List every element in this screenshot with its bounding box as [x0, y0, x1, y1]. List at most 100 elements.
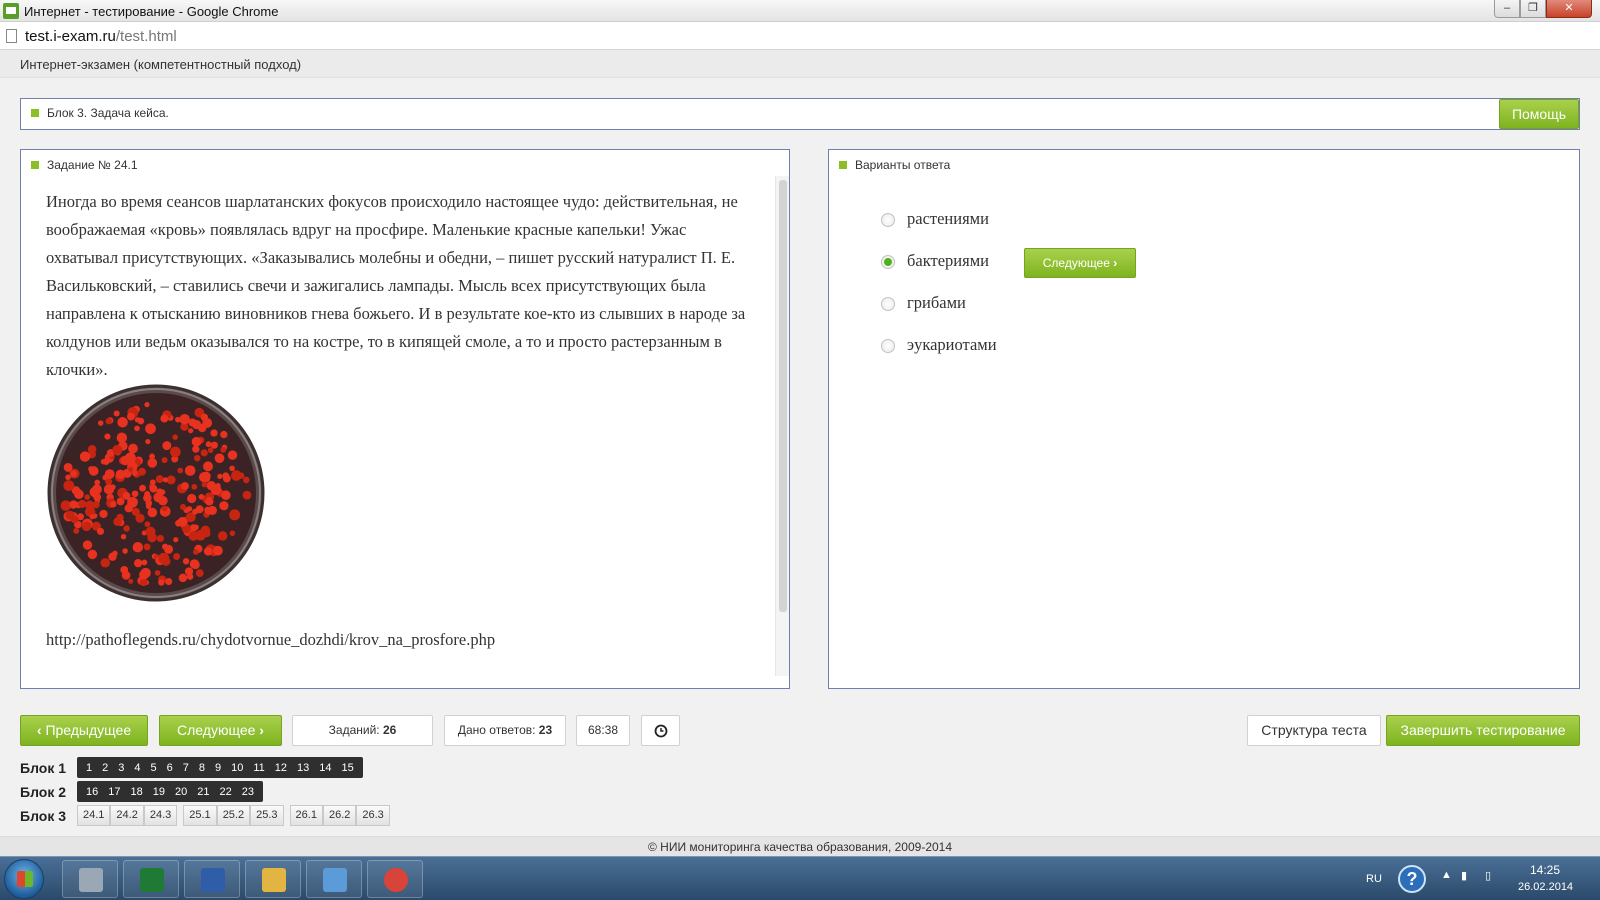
question-nav-7[interactable]: 7: [178, 762, 194, 774]
bacterial-colony: [198, 493, 205, 500]
taskbar-media-button[interactable]: [306, 860, 362, 898]
bacterial-colony: [110, 501, 117, 508]
source-link[interactable]: http://pathoflegends.ru/chydotvornue_doz…: [46, 630, 495, 650]
green-square-icon: [31, 160, 39, 169]
question-nav-16[interactable]: 16: [81, 786, 103, 798]
radio-button[interactable]: [881, 213, 895, 227]
question-nav-18[interactable]: 18: [126, 786, 148, 798]
answer-label: растениями: [907, 209, 989, 228]
question-nav-15[interactable]: 15: [337, 762, 359, 774]
window-title-bar: Интернет - тестирование - Google Chrome …: [0, 0, 1600, 22]
show-hidden-icons[interactable]: ▲: [1441, 869, 1452, 881]
power-icon[interactable]: ▯: [1485, 869, 1491, 882]
clock-button[interactable]: [641, 715, 680, 746]
bacterial-colony: [82, 540, 93, 550]
question-nav-26.2[interactable]: 26.2: [322, 805, 357, 826]
close-button[interactable]: ✕: [1546, 0, 1592, 18]
bacterial-colony: [172, 434, 178, 440]
tasks-counter: Заданий: 26: [292, 715, 433, 746]
bacterial-colony: [135, 513, 145, 523]
bacterial-colony: [144, 490, 151, 498]
network-icon[interactable]: ▮: [1461, 869, 1467, 882]
question-nav-20[interactable]: 20: [170, 786, 192, 798]
question-nav-14[interactable]: 14: [314, 762, 336, 774]
bacterial-colony: [229, 530, 236, 536]
bacterial-colony: [145, 439, 151, 445]
clock-date[interactable]: 26.02.2014: [1518, 881, 1573, 893]
question-nav-11[interactable]: 11: [248, 762, 269, 774]
task-panel: Задание № 24.1 Иногда во время сеансов ш…: [20, 149, 790, 689]
bacterial-colony: [158, 579, 165, 586]
question-nav-1[interactable]: 1: [81, 762, 97, 774]
minimize-button[interactable]: –: [1494, 0, 1520, 18]
bacterial-colony: [112, 444, 123, 455]
bacterial-colony: [206, 496, 213, 503]
question-nav-2[interactable]: 2: [97, 762, 113, 774]
url-text[interactable]: test.i-exam.ru/test.html: [25, 28, 177, 45]
bacterial-colony: [177, 467, 184, 474]
bacterial-colony: [158, 552, 170, 564]
previous-button[interactable]: ‹ Предыдущее: [20, 715, 148, 746]
task-scrollbar-thumb[interactable]: [779, 180, 787, 612]
question-nav-8[interactable]: 8: [194, 762, 210, 774]
help-button[interactable]: Помощь: [1499, 99, 1579, 129]
petri-dish-image: [46, 383, 266, 603]
task-scrollbar[interactable]: [775, 176, 789, 676]
start-button[interactable]: [4, 859, 44, 899]
bacterial-colony: [214, 453, 225, 464]
help-tray-icon[interactable]: ?: [1398, 865, 1426, 893]
question-nav-25.3[interactable]: 25.3: [250, 805, 284, 826]
question-nav-25.1[interactable]: 25.1: [183, 805, 217, 826]
taskbar-calculator-button[interactable]: [62, 860, 118, 898]
question-nav-26.1[interactable]: 26.1: [289, 805, 323, 826]
question-nav-13[interactable]: 13: [292, 762, 314, 774]
next-button[interactable]: Следующее ›: [159, 715, 282, 746]
taskbar-explorer-button[interactable]: [245, 860, 301, 898]
question-nav-21[interactable]: 21: [192, 786, 214, 798]
question-nav-24.2[interactable]: 24.2: [110, 805, 144, 826]
question-nav-19[interactable]: 19: [148, 786, 170, 798]
radio-button-selected[interactable]: [881, 255, 895, 269]
bacterial-colony: [87, 549, 98, 560]
finish-test-button[interactable]: Завершить тестирование: [1386, 715, 1580, 746]
bacterial-colony: [116, 497, 125, 506]
radio-button[interactable]: [881, 297, 895, 311]
language-indicator[interactable]: RU: [1366, 873, 1382, 885]
question-nav-22[interactable]: 22: [215, 786, 237, 798]
question-nav-17[interactable]: 17: [103, 786, 125, 798]
question-nav-10[interactable]: 10: [226, 762, 248, 774]
taskbar-chrome-button[interactable]: [367, 860, 423, 898]
question-nav-12[interactable]: 12: [270, 762, 292, 774]
radio-button[interactable]: [881, 339, 895, 353]
bacterial-colony: [122, 548, 128, 554]
question-nav-25.2[interactable]: 25.2: [216, 805, 251, 826]
question-nav-3[interactable]: 3: [113, 762, 129, 774]
question-nav-26.3[interactable]: 26.3: [356, 805, 390, 826]
clock-time[interactable]: 14:25: [1530, 863, 1560, 877]
maximize-button[interactable]: ❐: [1520, 0, 1546, 18]
question-nav-6[interactable]: 6: [162, 762, 178, 774]
taskbar-word-button[interactable]: [184, 860, 240, 898]
answers-panel: Варианты ответа растениями бактериями Сл…: [828, 149, 1580, 689]
question-nav-24.1[interactable]: 24.1: [77, 805, 111, 826]
address-bar[interactable]: test.i-exam.ru/test.html: [0, 22, 1600, 50]
question-nav-23[interactable]: 23: [237, 786, 259, 798]
taskbar-excel-button[interactable]: [123, 860, 179, 898]
next-inline-button[interactable]: Следующее ›: [1024, 248, 1136, 278]
green-square-icon: [31, 108, 39, 117]
bacterial-colony: [89, 514, 95, 520]
test-structure-button[interactable]: Структура теста: [1247, 715, 1381, 746]
question-nav-5[interactable]: 5: [146, 762, 162, 774]
bacterial-colony: [134, 417, 141, 423]
excel-icon: [140, 868, 164, 892]
bacterial-colony: [221, 490, 231, 501]
question-nav-4[interactable]: 4: [129, 762, 145, 774]
bacterial-colony: [188, 531, 199, 541]
bacterial-colony: [201, 481, 208, 488]
question-nav-9[interactable]: 9: [210, 762, 226, 774]
question-nav-24.3[interactable]: 24.3: [143, 805, 178, 826]
block2-nav: 16 17 18 19 20 21 22 23: [77, 781, 263, 802]
bacterial-colony: [162, 477, 169, 483]
bacterial-colony: [192, 420, 202, 430]
bacterial-colony: [184, 465, 196, 476]
